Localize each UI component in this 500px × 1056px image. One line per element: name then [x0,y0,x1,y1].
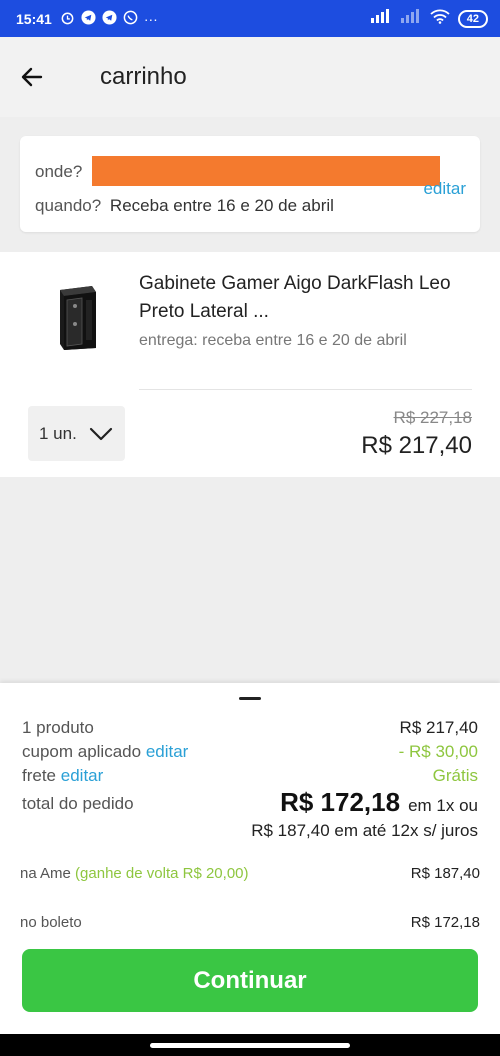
cart-item: Gabinete Gamer Aigo DarkFlash Leo Preto … [0,252,500,477]
quantity-value: 1 un. [39,423,77,443]
product-title[interactable]: Gabinete Gamer Aigo DarkFlash Leo Preto … [139,270,459,326]
price-original: R$ 227,18 [393,408,472,427]
products-row: 1 produto R$ 217,40 [22,718,478,738]
shipping-label: frete [22,766,57,785]
ame-value: R$ 187,40 [410,865,480,882]
coupon-label: cupom aplicado [22,742,142,761]
status-time: 15:41 [16,10,52,27]
total-suffix: em 1x ou [408,796,478,815]
sheet-handle[interactable] [239,697,261,700]
total-value: R$ 172,18 [280,787,401,817]
ame-label: na Ame [20,865,71,882]
telegram-icon [81,9,96,28]
wifi-icon [430,9,450,29]
products-value: R$ 217,40 [399,718,478,737]
edit-coupon-link[interactable]: editar [146,742,189,761]
delivery-card: onde? editar quando? Receba entre 16 e 2… [20,136,480,232]
when-label: quando? [35,196,102,215]
boleto-label: no boleto [20,914,82,931]
price-current: R$ 217,40 [361,432,472,459]
products-label: 1 produto [22,718,94,737]
back-button[interactable] [2,47,62,107]
battery-indicator: 42 [457,9,488,28]
signal-icon [370,9,392,28]
product-image[interactable] [52,284,100,350]
order-summary: 1 produto R$ 217,40 cupom aplicado edita… [0,683,500,1056]
edit-delivery-link[interactable]: editar [423,179,466,199]
chevron-down-icon [89,427,112,440]
quantity-select[interactable]: 1 un. [28,406,125,461]
home-gesture-bar[interactable] [150,1043,350,1048]
more-icon: ··· [143,10,158,27]
total-line: R$ 172,18 em 1x ou [280,787,478,818]
boleto-row: no boleto R$ 172,18 [20,914,480,931]
installments-text: R$ 187,40 em até 12x s/ juros [251,821,478,840]
when-row: quando? Receba entre 16 e 20 de abril [35,196,334,216]
shipping-value: Grátis [432,766,478,785]
app-header: carrinho [0,37,500,117]
shipping-row: frete editar Grátis [22,766,478,786]
alarm-icon [60,10,75,28]
boleto-value: R$ 172,18 [410,914,480,931]
total-label: total do pedido [22,794,134,813]
status-bar: 15:41 ··· 42 [0,0,500,37]
coupon-row: cupom aplicado editar - R$ 30,00 [22,742,478,762]
when-value: Receba entre 16 e 20 de abril [109,196,334,215]
system-nav-bar [0,1034,500,1056]
ame-row: na Ame (ganhe de volta R$ 20,00) R$ 187,… [20,865,480,882]
continue-button[interactable]: Continuar [22,949,478,1012]
signal-icon [400,9,422,28]
page-title: carrinho [100,63,187,90]
edit-shipping-link[interactable]: editar [61,766,104,785]
whatsapp-icon [123,10,138,28]
coupon-value: - R$ 30,00 [398,742,478,761]
where-label: onde? [35,162,83,181]
arrow-left-icon [21,67,43,87]
redacted-address [92,156,440,186]
product-delivery: entrega: receba entre 16 e 20 de abril [139,332,407,349]
divider [139,389,472,390]
telegram-icon [102,9,117,28]
ame-bonus: (ganhe de volta R$ 20,00) [75,865,249,882]
